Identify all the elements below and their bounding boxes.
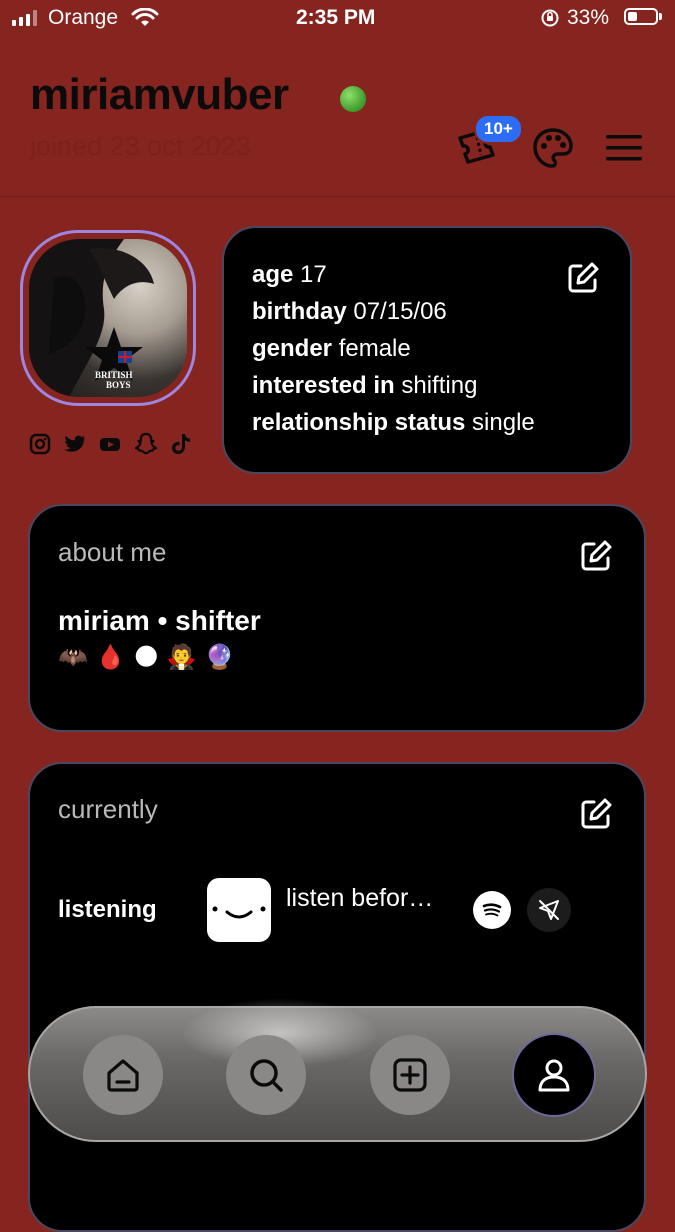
orientation-lock-icon — [541, 9, 559, 27]
currently-title: currently — [58, 794, 158, 824]
twitter-icon[interactable] — [64, 434, 86, 454]
snapchat-icon[interactable] — [134, 432, 158, 456]
clock-time: 2:35 PM — [296, 6, 376, 29]
avatar-sticker-text-2: BOYS — [106, 380, 131, 390]
search-icon — [250, 1059, 283, 1092]
track-title[interactable]: listen befor… — [286, 884, 433, 913]
joined-date: joined 23 oct 2023 — [30, 131, 251, 161]
edit-info-icon[interactable] — [565, 260, 601, 296]
bio-headline: miriam • shifter — [58, 605, 261, 636]
share-off-icon — [539, 900, 559, 920]
nav-home-button[interactable] — [83, 1035, 163, 1115]
new-moon-emoji: 🌑 — [133, 644, 159, 671]
header-divider — [0, 196, 675, 197]
bat-emoji: 🦇 — [58, 644, 88, 671]
edit-about-icon[interactable] — [578, 538, 614, 574]
album-art[interactable] — [207, 878, 271, 942]
profile-icon — [538, 1059, 570, 1092]
carrier-name: Orange — [48, 6, 119, 29]
currently-card: currently listening listen befor… — [28, 762, 646, 1232]
listening-label: listening — [58, 896, 157, 923]
blood-drop-emoji: 🩸 — [95, 644, 126, 671]
info-relationship-status: relationship status single — [252, 409, 535, 436]
wifi-icon — [131, 8, 159, 26]
cellular-signal-icon — [12, 10, 37, 26]
battery-percent: 33% — [567, 6, 610, 29]
tiktok-icon[interactable] — [171, 433, 191, 455]
crystal-ball-emoji: 🔮 — [204, 644, 235, 671]
about-me-title: about me — [58, 537, 167, 567]
nav-create-button[interactable] — [370, 1035, 450, 1115]
info-interested-in: interested in shifting — [252, 372, 478, 399]
smiley-face-image — [212, 906, 266, 919]
spotify-button[interactable] — [473, 891, 511, 929]
spotify-icon — [482, 903, 502, 917]
online-status-dot — [340, 86, 366, 112]
battery-icon — [624, 8, 662, 25]
info-gender: gender female — [252, 335, 411, 362]
avatar: BRITISH BOYS — [29, 239, 187, 397]
share-button[interactable] — [527, 888, 571, 932]
edit-currently-icon[interactable] — [578, 796, 614, 832]
profile-username: miriamvuber — [30, 70, 289, 119]
avatar-frame[interactable]: BRITISH BOYS — [20, 230, 196, 406]
youtube-icon[interactable] — [99, 436, 121, 452]
vampire-emoji: 🧛 — [166, 644, 197, 671]
palette-icon — [533, 128, 573, 168]
theme-button[interactable] — [527, 122, 579, 174]
nav-search-button[interactable] — [226, 1035, 306, 1115]
tickets-count-badge: 10+ — [474, 114, 523, 144]
about-me-card: about me miriam • shifter 🦇 🩸 🌑 🧛 🔮 — [28, 504, 646, 732]
home-icon — [107, 1059, 139, 1092]
info-birthday: birthday 07/15/06 — [252, 298, 447, 325]
nav-profile-button[interactable] — [512, 1033, 596, 1117]
hamburger-menu-icon — [606, 135, 642, 161]
menu-button[interactable] — [598, 122, 650, 174]
avatar-sticker-text-1: BRITISH — [95, 370, 133, 380]
bottom-navigation — [28, 998, 647, 1142]
instagram-icon[interactable] — [29, 433, 51, 455]
info-age: age 17 — [252, 261, 327, 288]
bio-emojis: 🦇 🩸 🌑 🧛 🔮 — [58, 643, 235, 672]
add-icon — [393, 1058, 427, 1092]
profile-info-card: age 17 birthday 07/15/06 gender female i… — [222, 226, 632, 474]
